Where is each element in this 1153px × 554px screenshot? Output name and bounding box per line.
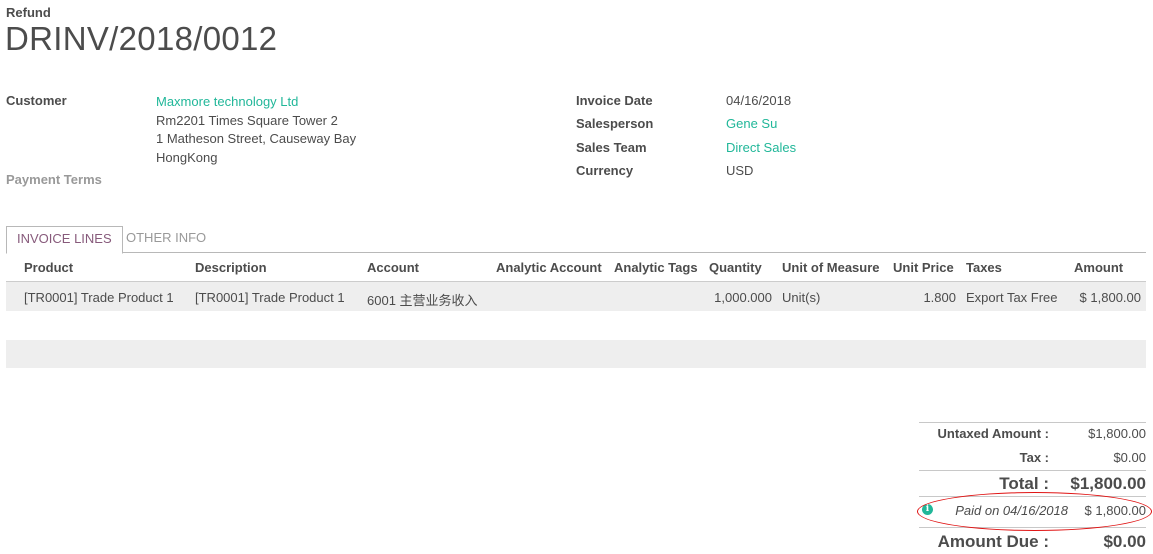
column-header-amount[interactable]: Amount [1074,260,1123,275]
amount-due-label: Amount Due : [937,532,1049,551]
document-type: Refund [6,5,51,20]
salesperson-label: Salesperson [576,116,654,131]
column-header-description[interactable]: Description [195,260,267,275]
total-value: $1,800.00 [1070,474,1146,493]
amount-due-value: $0.00 [1103,532,1146,551]
column-header-unit-price[interactable]: Unit Price [893,260,954,275]
customer-block: Maxmore technology Ltd Rm2201 Times Squa… [156,93,356,167]
untaxed-amount-label: Untaxed Amount : [937,426,1049,441]
tax-label: Tax : [1019,450,1049,465]
cell-quantity: 1,000.000 [714,290,772,305]
tax-value: $0.00 [1113,450,1146,465]
customer-address-line-2: 1 Matheson Street, Causeway Bay [156,131,357,146]
tab-other-info[interactable]: OTHER INFO [116,226,216,252]
customer-label: Customer [6,93,67,108]
cell-amount: $ 1,800.00 [1079,290,1141,305]
column-header-account[interactable]: Account [367,260,419,275]
payment-terms-label: Payment Terms [6,172,102,187]
customer-name-link[interactable]: Maxmore technology Ltd [156,93,356,112]
sales-team-link[interactable]: Direct Sales [726,140,796,155]
column-header-analytic-tags[interactable]: Analytic Tags [614,260,698,275]
cell-product: [TR0001] Trade Product 1 [24,290,174,305]
cell-taxes: Export Tax Free [966,290,1058,305]
column-header-taxes[interactable]: Taxes [966,260,1002,275]
column-header-unit-of-measure[interactable]: Unit of Measure [782,260,880,275]
cell-account: 6001 主营业务收入 [367,293,478,308]
table-footer-row [6,340,1146,368]
salesperson-link[interactable]: Gene Su [726,116,777,131]
tab-invoice-lines[interactable]: INVOICE LINES [6,226,123,254]
currency-value: USD [726,163,754,178]
cell-unit-of-measure: Unit(s) [782,290,821,305]
red-highlight-annotation [917,492,1152,531]
table-row[interactable]: [TR0001] Trade Product 1 [TR0001] Trade … [6,282,1146,311]
cell-description: [TR0001] Trade Product 1 [195,290,345,305]
column-header-product[interactable]: Product [24,260,73,275]
totals-divider-top [919,422,1146,423]
total-label: Total : [999,474,1049,493]
customer-address-line-3: HongKong [156,149,218,165]
cell-unit-price: 1.800 [923,290,956,305]
notebook-tabs: INVOICE LINES OTHER INFO [6,226,1146,254]
totals-divider-middle [919,470,1146,471]
column-header-analytic-account[interactable]: Analytic Account [496,260,602,275]
invoice-date-value: 04/16/2018 [726,93,792,108]
currency-label: Currency [576,163,634,178]
invoice-lines-header: Product Description Account Analytic Acc… [6,253,1146,282]
untaxed-amount-value: $1,800.00 [1088,426,1146,441]
sales-team-label: Sales Team [576,140,647,155]
invoice-date-label: Invoice Date [576,93,653,108]
column-header-quantity[interactable]: Quantity [709,260,762,275]
customer-address-line-1: Rm2201 Times Square Tower 2 [156,112,338,128]
invoice-number: DRINV/2018/0012 [5,20,278,57]
